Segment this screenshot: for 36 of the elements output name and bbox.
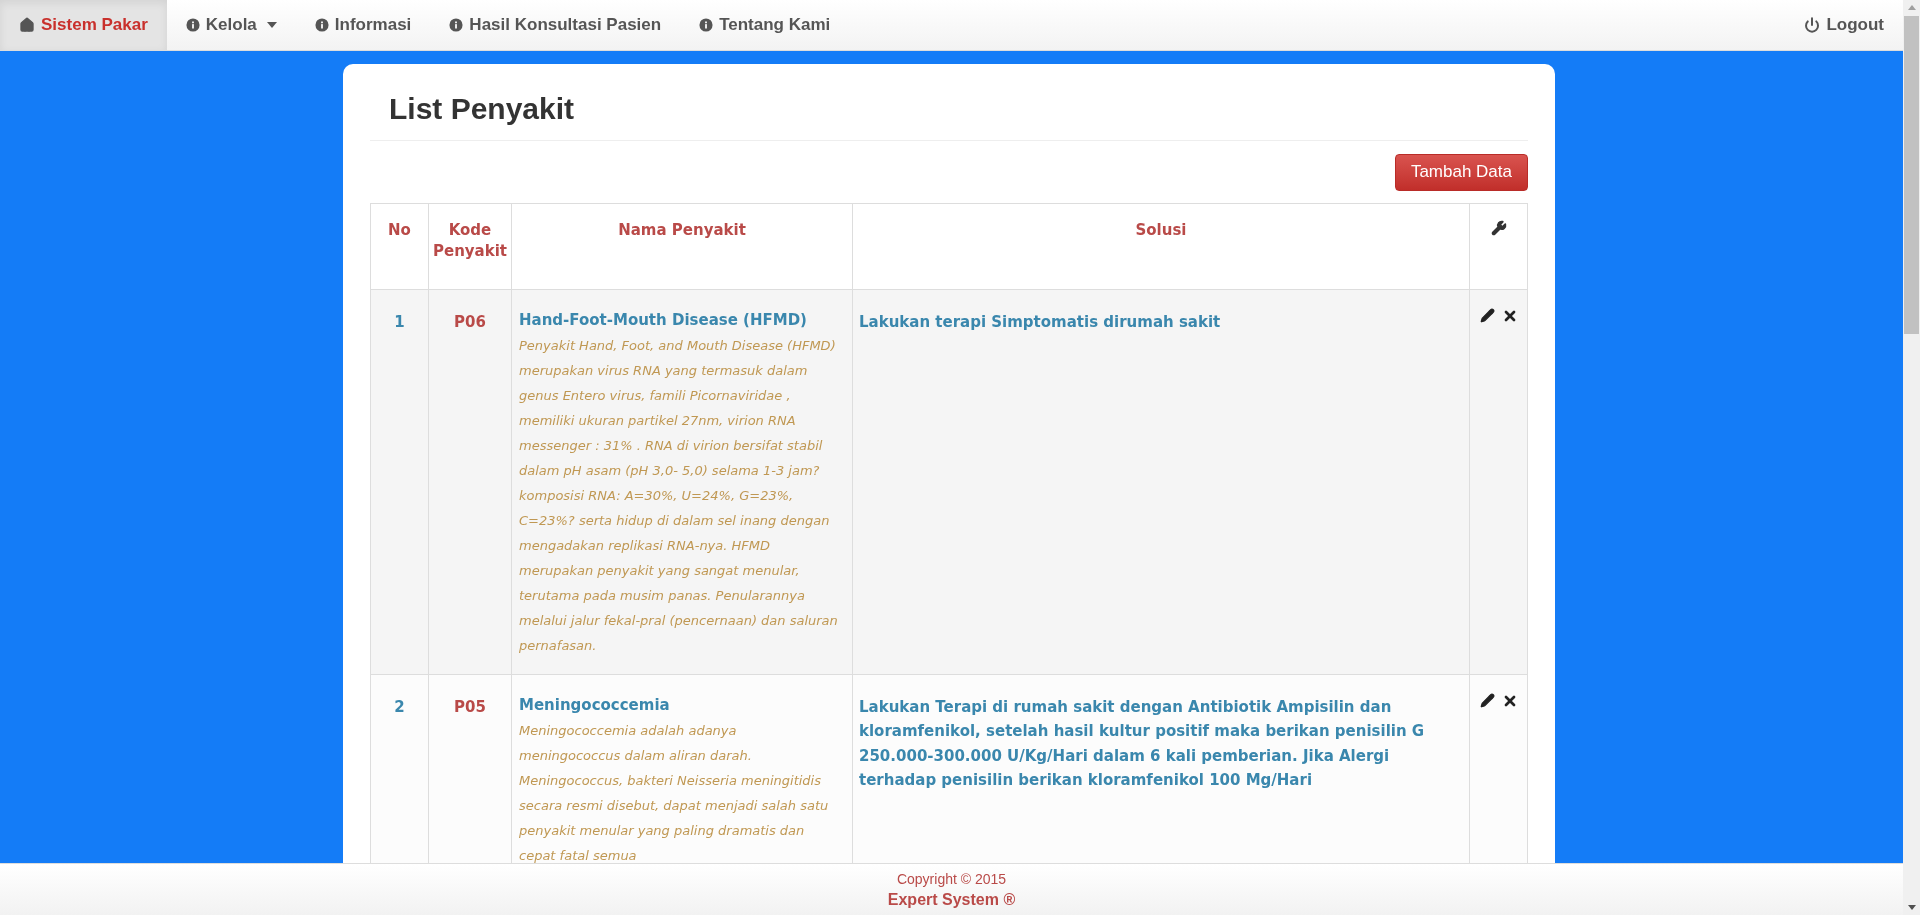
logout-button[interactable]: Logout [1785, 0, 1903, 50]
power-icon [1804, 17, 1821, 33]
solution-text: Lakukan Terapi di rumah sakit dengan Antibiotik Ampisilin dan kloramfenikol, setelah hasil kultur positif maka berikan penisilin G 250.000-300.000 U/Kg/Hari dalam 6 kali pemberian. Jika Alergi terhadap penisilin berikan kloramfenikol 100 Mg/Hari [859, 696, 1426, 791]
brand-text: Expert System ® [887, 889, 1016, 910]
info-icon [699, 18, 714, 32]
column-header: Nama Penyakit [617, 219, 747, 241]
home-icon [19, 17, 35, 33]
column-header: Solusi [1134, 219, 1188, 241]
disease-name: Hand-Foot-Mouth Disease (HFMD) [519, 309, 808, 330]
edit-button[interactable] [1479, 692, 1496, 709]
disease-code: P06 [454, 312, 486, 331]
solution-text: Lakukan terapi Simptomatis dirumah sakit [859, 311, 1222, 333]
nav-item[interactable]: Tentang Kami [680, 0, 850, 50]
add-data-button[interactable]: Tambah Data [1394, 153, 1528, 191]
info-icon [449, 18, 464, 32]
nav-item[interactable]: Hasil Konsultasi Pasien [430, 0, 681, 50]
page-title: List Penyakit [389, 91, 576, 127]
caret-icon [266, 22, 277, 28]
row-number: 2 [394, 697, 405, 716]
info-icon [185, 18, 200, 32]
scroll-down-icon[interactable] [1907, 905, 1916, 910]
info-icon [314, 18, 329, 32]
nav-item[interactable]: Kelola [166, 0, 296, 50]
column-header: Kode Penyakit [433, 219, 507, 262]
disease-description: Meningococcemia adalah adanya meningococcus dalam aliran darah. Meningococcus, bakteri Neisseria meningitidis secara resmi disebut, dapat menjadi salah satu penyakit menular yang paling dramatis dan cepat fatal semua [519, 721, 830, 865]
disease-description: Penyakit Hand, Foot, and Mouth Disease (HFMD) merupakan virus RNA yang termasuk dalam genus Entero virus, famili Picornaviridae , memiliki ukuran partikel 27nm, virion RNA messenger : 31% . RNA di virion bersifat stabil dalam pH asam (pH 3,0- 5,0) selama 1-3 jam? komposisi RNA: A=30%, U=24%, G=23%, C=23%? serta hidup di dalam sel inang dengan mengadakan replikasi RNA-nya. HFMD merupakan penyakit yang sangat menular, terutama pada musim panas. Penularannya melalui jalur fekal-pral (pencernaan) dan saluran pernafasan. [519, 336, 839, 655]
nav-item[interactable]: Informasi [295, 0, 431, 50]
copyright-text: Copyright © 2015 [896, 869, 1007, 889]
edit-button[interactable] [1479, 307, 1496, 324]
column-header: No [387, 219, 412, 241]
wrench-icon [1490, 219, 1507, 236]
nav-item[interactable]: Sistem Pakar [0, 0, 167, 50]
row-number: 1 [394, 312, 405, 331]
disease-name: Meningococcemia [519, 694, 671, 715]
scrollbar[interactable] [1903, 0, 1920, 915]
disease-code: P05 [454, 697, 486, 716]
